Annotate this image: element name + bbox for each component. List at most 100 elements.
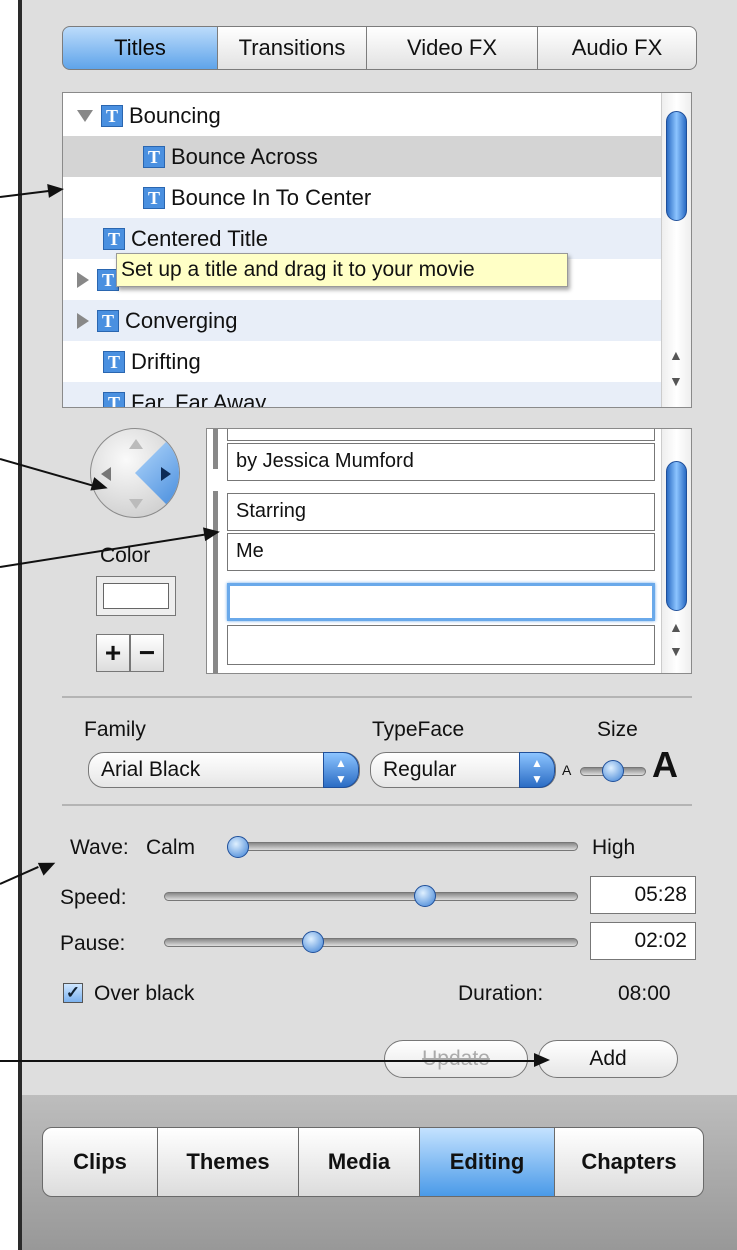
title-type-icon: T bbox=[103, 391, 125, 407]
callout-arrowhead-icon bbox=[534, 1053, 550, 1067]
size-slider-knob[interactable] bbox=[602, 760, 624, 782]
stage: Titles Transitions Video FX Audio FX T Bo… bbox=[0, 0, 737, 1250]
color-swatch bbox=[103, 583, 169, 609]
tab-label: Media bbox=[327, 1149, 391, 1174]
wave-label: Wave: bbox=[70, 836, 129, 859]
tab-audio-fx[interactable]: Audio FX bbox=[537, 26, 697, 70]
disclosure-collapsed-icon[interactable] bbox=[77, 271, 89, 288]
scroll-up-arrow-icon[interactable]: ▲ bbox=[669, 619, 683, 635]
scroll-up-arrow-icon[interactable]: ▲ bbox=[669, 347, 683, 363]
size-large-icon: A bbox=[652, 744, 678, 785]
direction-pad[interactable] bbox=[90, 428, 180, 518]
title-list-item[interactable]: T Drifting bbox=[63, 341, 661, 382]
tab-editing[interactable]: Editing bbox=[419, 1127, 555, 1197]
size-small-icon: A bbox=[562, 762, 572, 778]
add-line-button[interactable]: + bbox=[96, 634, 130, 672]
disclosure-collapsed-icon[interactable] bbox=[77, 312, 89, 329]
title-list[interactable]: T Bouncing T Bounce Across T Bounce In To Cen… bbox=[62, 92, 692, 408]
title-type-icon: T bbox=[143, 145, 165, 168]
add-button[interactable]: Add bbox=[538, 1040, 678, 1078]
typeface-label: TypeFace bbox=[372, 718, 465, 741]
size-label: Size bbox=[597, 718, 638, 741]
pause-label: Pause: bbox=[60, 932, 126, 955]
text-lines-scrollbar[interactable]: ▲ ▼ bbox=[661, 429, 691, 673]
tab-label: Titles bbox=[114, 35, 166, 60]
title-list-item[interactable]: T Far, Far Away bbox=[63, 382, 661, 407]
wave-min-label: Calm bbox=[146, 836, 196, 859]
title-list-item-label: Bounce Across bbox=[171, 143, 318, 169]
direction-right-icon[interactable] bbox=[161, 467, 171, 481]
tab-label: Editing bbox=[449, 1149, 525, 1174]
callout-arrowhead-icon bbox=[203, 524, 221, 542]
title-list-scrollbar[interactable]: ▲ ▼ bbox=[661, 93, 691, 407]
update-label: Update bbox=[422, 1047, 490, 1070]
title-list-item[interactable]: T Bouncing bbox=[63, 95, 661, 136]
callout-line bbox=[0, 1060, 536, 1062]
typeface-value: Regular bbox=[383, 758, 457, 781]
title-type-icon: T bbox=[103, 350, 125, 373]
title-type-icon: T bbox=[97, 309, 119, 332]
line-group-marker bbox=[213, 581, 218, 673]
tab-video-fx[interactable]: Video FX bbox=[366, 26, 538, 70]
chevron-updown-icon: ▲ ▼ bbox=[519, 752, 555, 788]
title-type-icon: T bbox=[101, 104, 123, 127]
tab-themes[interactable]: Themes bbox=[157, 1127, 299, 1197]
speed-slider-knob[interactable] bbox=[413, 885, 436, 907]
line-group-marker bbox=[213, 429, 218, 469]
color-well[interactable] bbox=[96, 576, 176, 616]
tab-clips[interactable]: Clips bbox=[42, 1127, 158, 1197]
typeface-select[interactable]: Regular ▲ ▼ bbox=[370, 752, 556, 788]
title-list-item[interactable]: T Bounce In To Center bbox=[63, 177, 661, 218]
speed-slider[interactable] bbox=[164, 892, 578, 901]
tab-media[interactable]: Media bbox=[298, 1127, 420, 1197]
title-type-icon: T bbox=[143, 186, 165, 209]
text-line-input[interactable] bbox=[227, 583, 655, 621]
speed-value[interactable]: 05:28 bbox=[590, 876, 696, 914]
title-list-item[interactable]: T Converging bbox=[63, 300, 661, 341]
text-line-field[interactable] bbox=[227, 625, 655, 665]
text-line-partial[interactable] bbox=[227, 429, 655, 441]
tab-chapters[interactable]: Chapters bbox=[554, 1127, 704, 1197]
tab-label: Clips bbox=[73, 1149, 127, 1174]
tab-titles[interactable]: Titles bbox=[62, 26, 218, 70]
title-list-item-label: Converging bbox=[125, 307, 238, 333]
pause-value[interactable]: 02:02 bbox=[590, 922, 696, 960]
speed-label: Speed: bbox=[60, 886, 127, 909]
direction-up-icon[interactable] bbox=[129, 439, 143, 449]
text-line-field[interactable]: by Jessica Mumford bbox=[227, 443, 655, 481]
title-list-item[interactable]: T Bounce Across bbox=[63, 136, 661, 177]
family-value: Arial Black bbox=[101, 758, 201, 781]
minus-icon: − bbox=[138, 637, 156, 668]
family-label: Family bbox=[84, 718, 146, 741]
chevron-updown-icon: ▲ ▼ bbox=[323, 752, 359, 788]
plus-icon: + bbox=[104, 637, 122, 668]
wave-slider-knob[interactable] bbox=[227, 836, 249, 858]
tab-label: Themes bbox=[186, 1149, 270, 1174]
text-line-field[interactable]: Me bbox=[227, 533, 655, 571]
wave-slider[interactable] bbox=[238, 842, 578, 851]
title-list-item-label: Bounce In To Center bbox=[171, 184, 372, 210]
duration-value: 08:00 bbox=[618, 982, 671, 1005]
tooltip-text: Set up a title and drag it to your movie bbox=[121, 258, 475, 281]
scroll-thumb[interactable] bbox=[666, 461, 687, 611]
over-black-checkbox[interactable]: ✓ bbox=[63, 983, 83, 1003]
remove-line-button[interactable]: − bbox=[130, 634, 164, 672]
title-list-item-label: Drifting bbox=[131, 348, 201, 374]
over-black-label[interactable]: Over black bbox=[94, 982, 194, 1006]
text-line-field[interactable]: Starring bbox=[227, 493, 655, 531]
checkmark-icon: ✓ bbox=[65, 983, 81, 1002]
disclosure-expanded-icon[interactable] bbox=[77, 109, 93, 122]
tab-transitions[interactable]: Transitions bbox=[217, 26, 367, 70]
direction-down-icon[interactable] bbox=[129, 499, 143, 509]
scroll-thumb[interactable] bbox=[666, 111, 687, 221]
title-text-lines: by Jessica Mumford Starring Me ▲ ▼ bbox=[206, 428, 692, 674]
update-button[interactable]: Update bbox=[384, 1040, 528, 1078]
pause-slider[interactable] bbox=[164, 938, 578, 947]
scroll-down-arrow-icon[interactable]: ▼ bbox=[669, 643, 683, 659]
title-list-item-label: Bouncing bbox=[129, 102, 221, 128]
pause-slider-knob[interactable] bbox=[302, 931, 325, 953]
family-select[interactable]: Arial Black ▲ ▼ bbox=[88, 752, 360, 788]
divider bbox=[62, 696, 692, 698]
duration-label: Duration: bbox=[458, 982, 544, 1005]
scroll-down-arrow-icon[interactable]: ▼ bbox=[669, 373, 683, 389]
